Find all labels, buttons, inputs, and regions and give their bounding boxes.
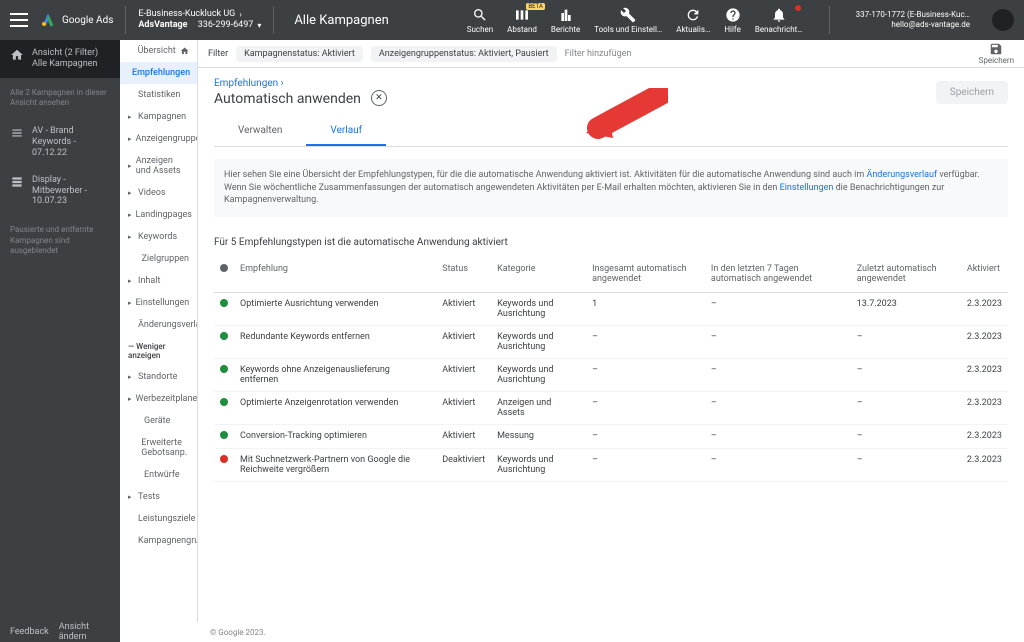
nav-item[interactable]: ▸Einstellungen (120, 292, 197, 314)
filter-label: Filter (208, 49, 228, 59)
tab-history[interactable]: Verlauf (306, 117, 386, 146)
table-row[interactable]: Mit Suchnetzwerk-Partnern von Google die… (214, 448, 1008, 481)
table-subhead: Für 5 Empfehlungstypen ist die automatis… (198, 229, 1024, 256)
search-icon[interactable]: Suchen (467, 7, 493, 34)
table-header[interactable]: Kategorie (491, 256, 586, 293)
save-button[interactable]: Speichern (936, 81, 1008, 104)
nav-item[interactable]: Erweiterte Gebotsanp. (120, 432, 197, 464)
google-ads-logo[interactable]: Google Ads (40, 12, 113, 28)
nav-item[interactable]: Empfehlungen (120, 62, 197, 84)
copyright: © Google 2023. (120, 628, 1024, 637)
nav-item[interactable]: Kampagnengruppen (120, 530, 197, 552)
table-row[interactable]: Optimierte Ausrichtung verwendenAktivier… (214, 292, 1008, 325)
nav-item[interactable]: ▸Anzeigen und Assets (120, 150, 197, 182)
table-row[interactable]: Keywords ohne Anzeigenauslieferung entfe… (214, 358, 1008, 391)
filter-chip[interactable]: Kampagnenstatus: Aktiviert (236, 46, 363, 62)
change-view-link[interactable]: Ansicht ändern (59, 622, 110, 642)
nav-item[interactable]: Geräte (120, 410, 197, 432)
table-header[interactable]: Aktiviert (961, 256, 1008, 293)
page-header: Empfehlungen › Automatisch anwenden ✕ Sp… (198, 68, 1024, 117)
nav-item[interactable]: ▸Standorte (120, 366, 197, 388)
table-header[interactable]: Insgesamt automatisch angewendet (586, 256, 705, 293)
add-filter[interactable]: Filter hinzufügen (565, 49, 632, 59)
table-row[interactable]: Optimierte Anzeigenrotation verwendenAkt… (214, 391, 1008, 424)
filter-bar: Filter Kampagnenstatus: Aktiviert Anzeig… (198, 40, 1024, 68)
table-header[interactable]: Empfehlung (234, 256, 436, 293)
account-info: 337-170-1772 (E-Business-Kuc… hello@ads-… (856, 10, 970, 31)
page-title: Automatisch anwenden (214, 91, 361, 107)
avatar[interactable] (992, 9, 1014, 31)
tabs: Verwalten Verlauf (214, 117, 1008, 147)
table-row[interactable]: Conversion-Tracking optimierenAktiviertM… (214, 424, 1008, 448)
changelog-link[interactable]: Änderungsverlauf (866, 170, 937, 180)
top-bar: Google Ads E-Business-Kuckluck UG› AdsVa… (0, 0, 1024, 40)
divider (125, 6, 126, 34)
filter-chip[interactable]: Anzeigengruppenstatus: Aktiviert, Pausie… (371, 46, 557, 62)
campaign-title: Alle Kampagnen (294, 13, 388, 28)
nav-item[interactable]: ▸Videos (120, 182, 197, 204)
nav-item[interactable]: ▸Tests (120, 486, 197, 508)
nav-item[interactable]: Statistiken (120, 84, 197, 106)
campaign-sidebar: Ansicht (2 Filter)Alle Kampagnen Alle 2 … (0, 40, 120, 622)
settings-link[interactable]: Einstellungen (780, 183, 834, 193)
nav-item[interactable]: ▸Werbezeitplaner (120, 388, 197, 410)
info-banner: Hier sehen Sie eine Übersicht der Empfeh… (214, 159, 1008, 217)
table-header[interactable]: Status (436, 256, 491, 293)
refresh-icon[interactable]: Aktualis… (676, 7, 710, 34)
content-area: Filter Kampagnenstatus: Aktiviert Anzeig… (198, 40, 1024, 622)
table-header[interactable]: In den letzten 7 Tagen automatisch angew… (705, 256, 851, 293)
help-icon[interactable]: Hilfe (724, 7, 741, 34)
feedback-link[interactable]: Feedback (10, 627, 49, 637)
table-header[interactable] (214, 256, 234, 293)
tab-manage[interactable]: Verwalten (214, 117, 306, 146)
account-selector[interactable]: E-Business-Kuckluck UG› AdsVantage 336-2… (138, 9, 261, 31)
tools-icon[interactable]: Tools und Einstell… (594, 7, 662, 34)
close-icon[interactable]: ✕ (371, 90, 387, 106)
footer: Feedback Ansicht ändern © Google 2023. (0, 622, 1024, 642)
nav-item[interactable]: ▸Inhalt (120, 270, 197, 292)
nav-item[interactable]: ▸Keywords (120, 226, 197, 248)
notifications-icon[interactable]: Benachricht… (755, 7, 803, 34)
brand-text: Google Ads (62, 15, 113, 26)
nav-item[interactable]: Übersicht (120, 40, 197, 62)
view-note: Alle 2 Kampagnen in dieser Ansicht anseh… (0, 78, 120, 119)
table-row[interactable]: Redundante Keywords entfernenAktiviertKe… (214, 325, 1008, 358)
show-less[interactable]: — Weniger anzeigen (120, 336, 197, 366)
reports-icon[interactable]: Berichte (551, 7, 580, 34)
divider (829, 6, 830, 34)
sidebar-campaign-item[interactable]: AV - Brand Keywords - 07.12.22 (0, 118, 120, 166)
nav-item[interactable]: Leistungsziele (120, 508, 197, 530)
paused-note: Pausierte und entfernte Kampagnen sind a… (0, 215, 120, 266)
save-filter-button[interactable]: Speichern (979, 42, 1014, 65)
nav-item[interactable]: Entwürfe (120, 464, 197, 486)
sidebar-view-all[interactable]: Ansicht (2 Filter)Alle Kampagnen (0, 40, 120, 78)
nav-item[interactable]: Zielgruppen (120, 248, 197, 270)
breadcrumb[interactable]: Empfehlungen (214, 78, 278, 89)
sidebar-campaign-item[interactable]: Display - Mitbewerber - 10.07.23 (0, 167, 120, 215)
table-header[interactable]: Zuletzt automatisch angewendet (851, 256, 961, 293)
nav-item[interactable]: Änderungsverlauf (120, 314, 197, 336)
nav-item[interactable]: ▸Landingpages (120, 204, 197, 226)
distance-icon[interactable]: BETAAbstand (507, 7, 537, 34)
nav-item[interactable]: ▸Anzeigengruppen (120, 128, 197, 150)
divider (273, 6, 274, 34)
recommendations-table: EmpfehlungStatusKategorieInsgesamt autom… (214, 256, 1008, 482)
menu-icon[interactable] (10, 13, 28, 27)
nav-item[interactable]: ▸Kampagnen (120, 106, 197, 128)
nav-sidebar: ÜbersichtEmpfehlungenStatistiken▸Kampagn… (120, 40, 198, 622)
